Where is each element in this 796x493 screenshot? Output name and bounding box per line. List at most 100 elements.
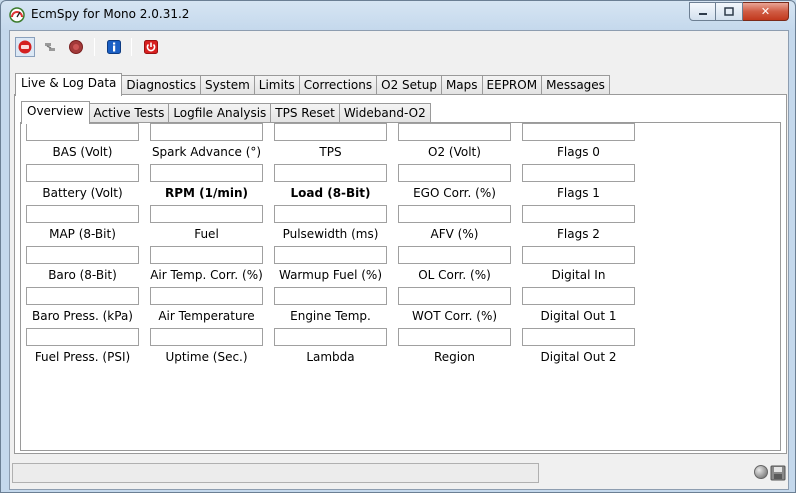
value-label: Warmup Fuel (%) bbox=[278, 268, 383, 282]
toolbar-separator bbox=[94, 38, 95, 56]
gauge-baro-press-kpa: Baro Press. (kPa) bbox=[26, 287, 139, 323]
tab-messages[interactable]: Messages bbox=[541, 75, 610, 95]
title-bar[interactable]: EcmSpy for Mono 2.0.31.2 ✕ bbox=[1, 1, 795, 29]
gauge-air-temperature: Air Temperature bbox=[150, 287, 263, 323]
close-button[interactable]: ✕ bbox=[743, 2, 789, 21]
value-label: TPS bbox=[319, 145, 342, 159]
value-field bbox=[398, 123, 511, 141]
value-label: RPM (1/min) bbox=[164, 186, 248, 200]
stop-button[interactable] bbox=[66, 37, 86, 57]
subtab-logfile-analysis[interactable]: Logfile Analysis bbox=[168, 103, 272, 123]
info-icon bbox=[107, 40, 121, 54]
tab-eeprom[interactable]: EEPROM bbox=[481, 75, 543, 95]
value-field bbox=[522, 123, 635, 141]
value-field bbox=[150, 328, 263, 346]
subtab-overview[interactable]: Overview bbox=[21, 101, 90, 124]
tab-system[interactable]: System bbox=[200, 75, 255, 95]
value-field bbox=[398, 205, 511, 223]
value-label: O2 (Volt) bbox=[428, 145, 481, 159]
value-label: EGO Corr. (%) bbox=[413, 186, 496, 200]
toolbar-separator bbox=[131, 38, 132, 56]
tab-diagnostics[interactable]: Diagnostics bbox=[121, 75, 202, 95]
value-field bbox=[150, 123, 263, 141]
value-field bbox=[150, 246, 263, 264]
minimize-button[interactable] bbox=[689, 2, 716, 21]
window-title: EcmSpy for Mono 2.0.31.2 bbox=[31, 7, 190, 21]
gauge-lambda: Lambda bbox=[274, 328, 387, 364]
gauge-baro-8-bit: Baro (8-Bit) bbox=[26, 246, 139, 282]
info-button[interactable] bbox=[104, 37, 124, 57]
minimize-icon bbox=[698, 12, 707, 15]
tab-corrections[interactable]: Corrections bbox=[298, 75, 378, 95]
gauge-fuel: Fuel bbox=[150, 205, 263, 241]
value-field bbox=[398, 328, 511, 346]
value-label: Pulsewidth (ms) bbox=[282, 227, 379, 241]
disconnect-button[interactable] bbox=[40, 37, 60, 57]
value-label: Fuel Press. (PSI) bbox=[34, 350, 131, 364]
subtab-wideband-o2[interactable]: Wideband-O2 bbox=[338, 103, 431, 123]
value-field bbox=[274, 246, 387, 264]
value-field bbox=[522, 287, 635, 305]
value-label: OL Corr. (%) bbox=[418, 268, 491, 282]
tab-o2-setup[interactable]: O2 Setup bbox=[376, 75, 442, 95]
value-field bbox=[274, 205, 387, 223]
value-field bbox=[398, 164, 511, 182]
value-field bbox=[398, 287, 511, 305]
gauge-region: Region bbox=[398, 328, 511, 364]
value-field bbox=[274, 328, 387, 346]
value-label: Spark Advance (°) bbox=[151, 145, 262, 159]
value-field bbox=[26, 246, 139, 264]
gauge-fuel-press-psi: Fuel Press. (PSI) bbox=[26, 328, 139, 364]
gauge-digital-in: Digital In bbox=[522, 246, 635, 282]
value-label: Uptime (Sec.) bbox=[165, 350, 248, 364]
value-label: Baro (8-Bit) bbox=[48, 268, 117, 282]
app-logo-icon bbox=[9, 7, 25, 23]
value-field bbox=[522, 164, 635, 182]
gauge-warmup-fuel: Warmup Fuel (%) bbox=[274, 246, 387, 282]
connect-button[interactable] bbox=[15, 37, 35, 57]
overview-panel: BAS (Volt) Battery (Volt) MAP (8-Bit) Baro … bbox=[20, 122, 781, 451]
subtab-tps-reset[interactable]: TPS Reset bbox=[270, 103, 340, 123]
value-label: Digital Out 2 bbox=[540, 350, 617, 364]
gauge-ego-corr: EGO Corr. (%) bbox=[398, 164, 511, 200]
status-bar bbox=[10, 461, 788, 489]
value-label: Flags 0 bbox=[557, 145, 600, 159]
value-field bbox=[150, 287, 263, 305]
sub-tab-strip: Overview Active Tests Logfile Analysis TPS … bbox=[21, 101, 431, 124]
value-label: Engine Temp. bbox=[290, 309, 371, 323]
value-label: Air Temp. Corr. (%) bbox=[150, 268, 263, 282]
value-label: Digital Out 1 bbox=[540, 309, 617, 323]
gauge-load-8-bit: Load (8-Bit) bbox=[274, 164, 387, 200]
value-field bbox=[150, 164, 263, 182]
value-label: WOT Corr. (%) bbox=[411, 309, 498, 323]
tab-live-log-data[interactable]: Live & Log Data bbox=[15, 73, 123, 96]
value-field bbox=[522, 246, 635, 264]
tab-maps[interactable]: Maps bbox=[440, 75, 483, 95]
save-log-icon[interactable] bbox=[770, 465, 786, 481]
gauge-bas-volt: BAS (Volt) bbox=[26, 123, 139, 159]
gauge-engine-temp: Engine Temp. bbox=[274, 287, 387, 323]
value-label: Battery (Volt) bbox=[42, 186, 123, 200]
connection-status-icon bbox=[754, 465, 768, 479]
tab-limits[interactable]: Limits bbox=[253, 75, 300, 95]
value-label: Flags 1 bbox=[557, 186, 600, 200]
app-window: EcmSpy for Mono 2.0.31.2 ✕ Live & Log Da… bbox=[0, 0, 796, 493]
gauge-afv: AFV (%) bbox=[398, 205, 511, 241]
gauge-rpm-1-min: RPM (1/min) bbox=[150, 164, 263, 200]
gauge-flags-2: Flags 2 bbox=[522, 205, 635, 241]
maximize-button[interactable] bbox=[716, 2, 743, 21]
value-field bbox=[522, 328, 635, 346]
value-field bbox=[26, 328, 139, 346]
status-text bbox=[12, 463, 539, 483]
subtab-active-tests[interactable]: Active Tests bbox=[88, 103, 170, 123]
value-label: Flags 2 bbox=[557, 227, 600, 241]
gauge-air-temp-corr: Air Temp. Corr. (%) bbox=[150, 246, 263, 282]
value-label: BAS (Volt) bbox=[52, 145, 113, 159]
maximize-icon bbox=[724, 6, 734, 16]
value-label: Fuel bbox=[194, 227, 219, 241]
toolbar bbox=[10, 31, 788, 63]
value-field bbox=[26, 287, 139, 305]
power-icon bbox=[144, 40, 158, 54]
power-button[interactable] bbox=[141, 37, 161, 57]
gauge-map-8-bit: MAP (8-Bit) bbox=[26, 205, 139, 241]
